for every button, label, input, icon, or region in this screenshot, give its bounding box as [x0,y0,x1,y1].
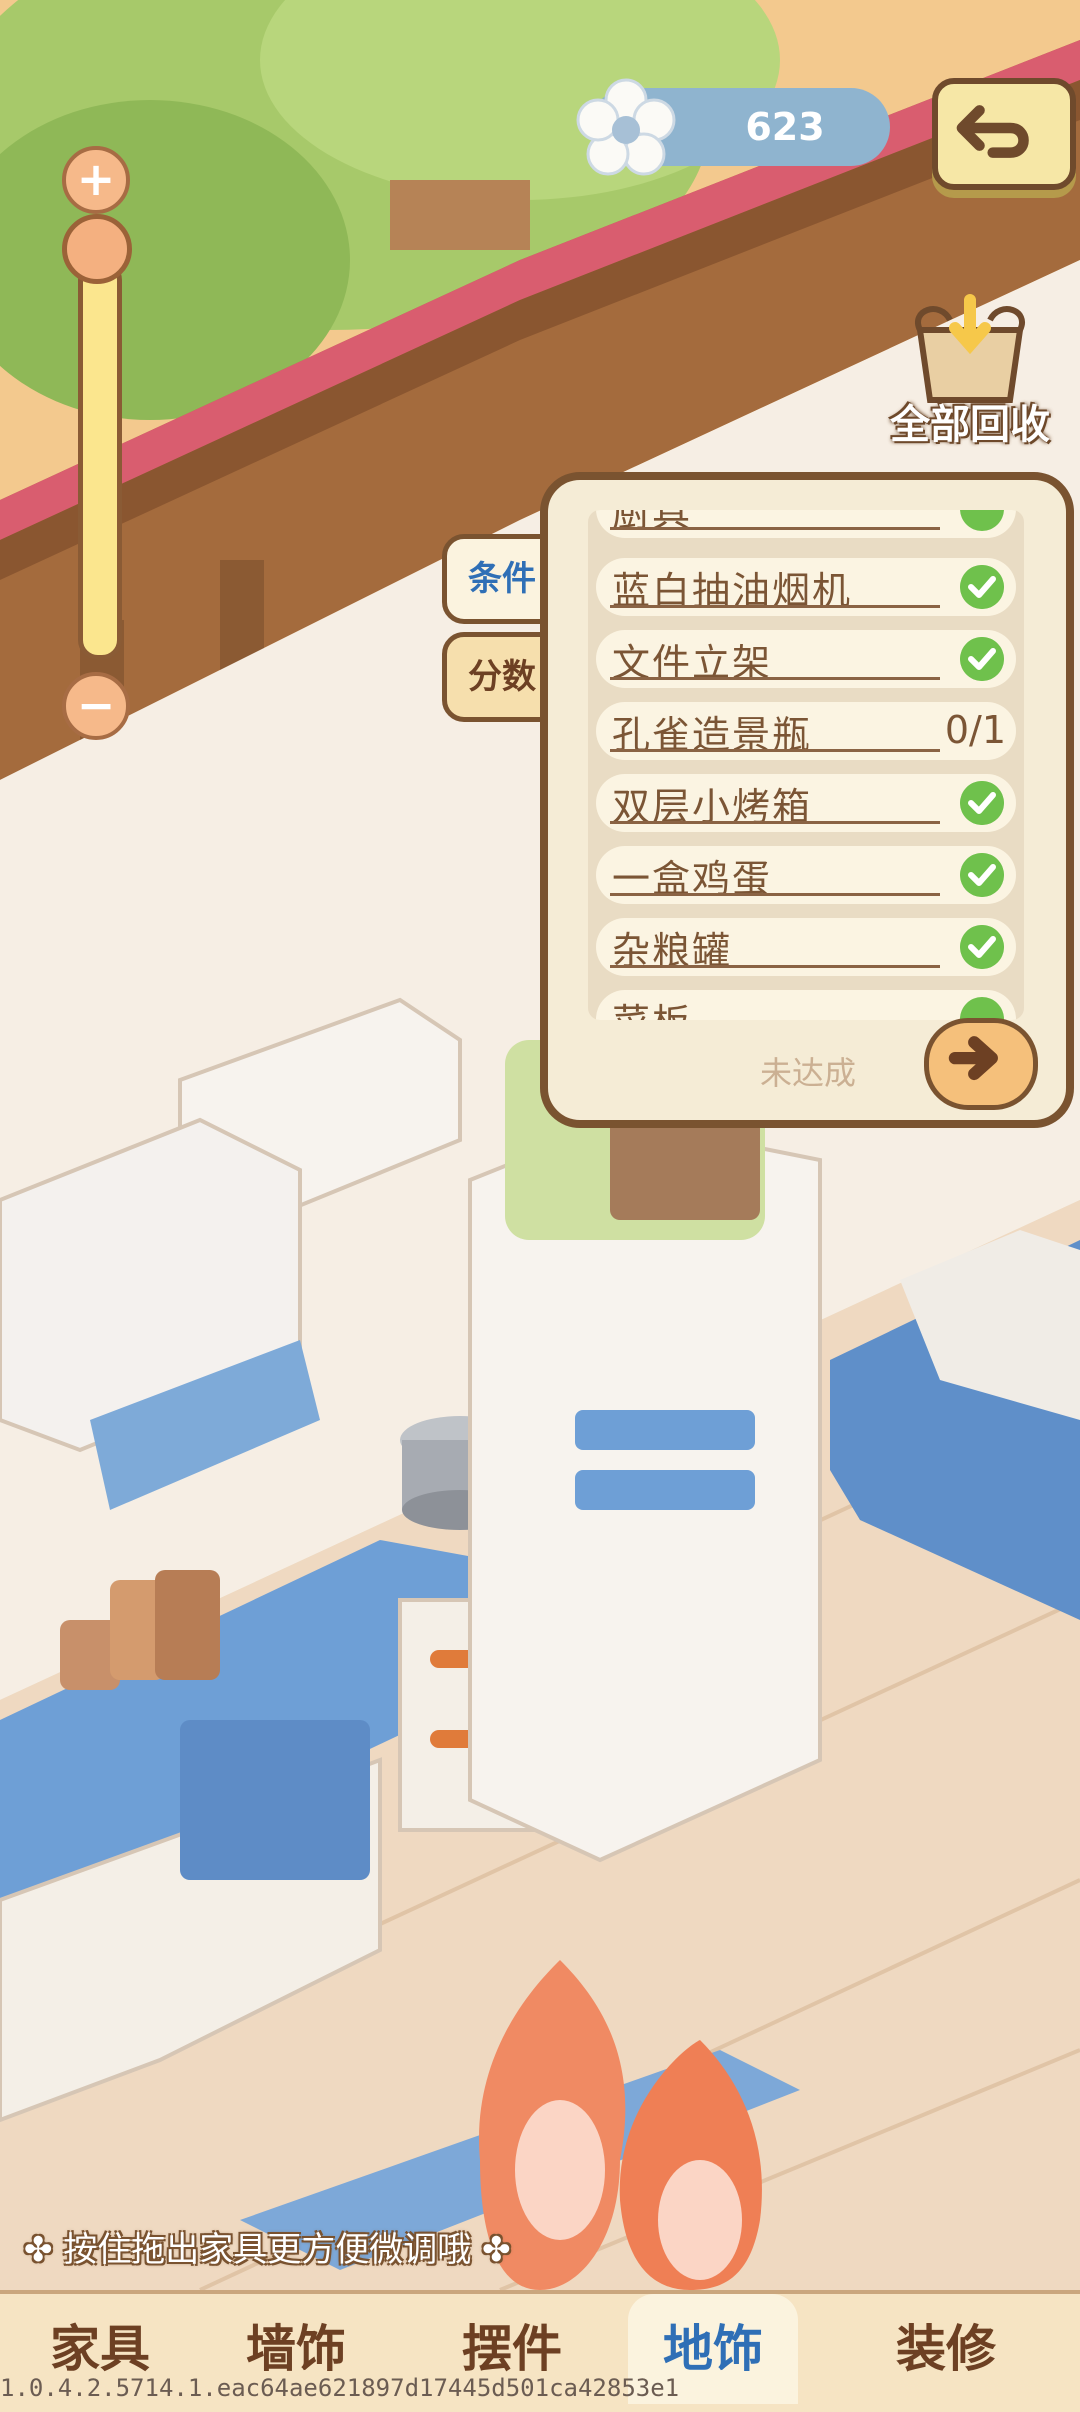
list-item: 双层小烤箱 [596,774,1016,832]
back-button[interactable] [932,78,1076,190]
clover-icon: ✤ [24,2230,64,2270]
check-icon [960,510,1004,531]
list-item: 孔雀造景瓶 0/1 [596,702,1016,760]
list-item: 蓝白抽油烟机 [596,558,1016,616]
undo-arrow-icon [956,105,1029,158]
build-version: 1.0.4.2.5714.1.eac64ae621897d17445d501ca… [0,2374,680,2402]
zoom-in-button[interactable]: + [62,146,130,214]
flower-icon [576,78,676,176]
list-item: 杂粮罐 [596,918,1016,976]
check-icon [960,853,1004,897]
arrow-right-icon [948,1036,998,1081]
tab-renovation[interactable]: 装修 [846,2294,1046,2404]
list-item: 一盒鸡蛋 [596,846,1016,904]
item-name: 厨具 [612,510,693,535]
conditions-list[interactable]: 厨具 蓝白抽油烟机 文件立架 孔雀造景瓶 0/1 双层小烤箱 一盒鸡蛋 杂粮罐 … [588,510,1024,1020]
hint-text: 按住拖出家具更方便微调哦 [63,2230,472,2270]
list-item: 菜板 [596,990,1016,1020]
status-unmet-label: 未达成 [760,1054,857,1092]
check-icon [960,565,1004,609]
item-name: 菜板 [612,992,692,1020]
currency-value: 623 [745,105,825,149]
recycle-all-label: 全部回收 [890,402,1050,448]
list-item: 厨具 [596,510,1016,538]
drag-hint: ✤ 按住拖出家具更方便微调哦 ✤ [24,2222,511,2271]
zoom-slider-track[interactable] [78,260,122,660]
clover-icon: ✤ [471,2230,511,2270]
check-icon [960,781,1004,825]
item-progress: 0/1 [944,708,1006,752]
zoom-out-button[interactable]: − [62,672,130,740]
check-icon [960,637,1004,681]
go-button[interactable] [924,1018,1038,1110]
list-item: 文件立架 [596,630,1016,688]
check-icon [960,925,1004,969]
check-icon [960,997,1004,1020]
zoom-slider-thumb[interactable] [62,214,132,284]
